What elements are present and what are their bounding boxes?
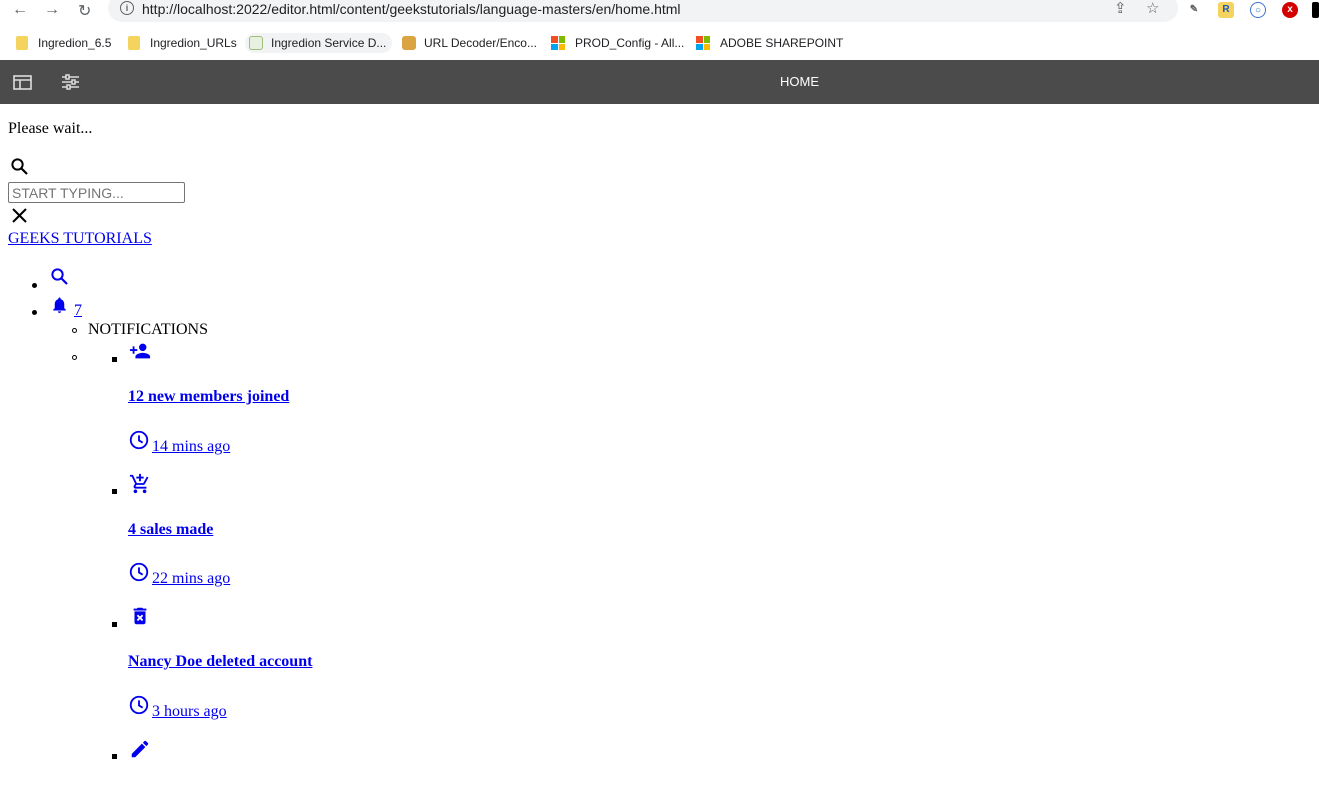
- site-favicon: [249, 36, 263, 50]
- bookmark-ingredion-service[interactable]: Ingredion Service D...: [245, 33, 393, 53]
- edit-pencil-icon: [128, 738, 152, 760]
- extension-circle-icon[interactable]: ○: [1250, 2, 1266, 18]
- nav-search-icon[interactable]: [50, 267, 69, 286]
- page-title: HOME: [780, 74, 819, 89]
- list-bullet: [112, 754, 117, 759]
- bookmark-label: Ingredion Service D...: [271, 36, 387, 50]
- share-icon[interactable]: ⇪: [1114, 0, 1127, 17]
- forward-arrow-icon[interactable]: →: [44, 1, 60, 19]
- search-input[interactable]: [8, 182, 185, 203]
- site-favicon: [402, 36, 416, 50]
- bookmark-ingredion-urls[interactable]: Ingredion_URLs: [128, 33, 237, 53]
- list-bullet: [112, 357, 117, 362]
- bookmark-label: PROD_Config - All...: [575, 36, 685, 50]
- notification-time-link[interactable]: 22 mins ago: [152, 570, 230, 588]
- bookmarks-bar: Ingredion_6.5 Ingredion_URLs Ingredion S…: [0, 28, 1319, 58]
- notification-title-link[interactable]: Nancy Doe deleted account: [128, 653, 312, 671]
- notifications-header: NOTIFICATIONS: [88, 321, 208, 338]
- person-add-icon: [128, 340, 152, 362]
- reload-icon[interactable]: ↻: [78, 1, 91, 21]
- clock-icon: [128, 429, 150, 451]
- bookmark-prod-config[interactable]: PROD_Config - All...: [551, 33, 684, 53]
- bookmark-adobe-sharepoint[interactable]: ADOBE SHAREPOINT: [696, 33, 843, 53]
- close-icon[interactable]: [12, 208, 27, 223]
- info-icon[interactable]: i: [120, 1, 134, 15]
- extension-red-icon[interactable]: x: [1282, 2, 1298, 18]
- list-bullet: [32, 283, 37, 288]
- notification-count[interactable]: 7: [74, 302, 82, 320]
- page-content: Please wait... GEEKS TUTORIALS 7 NOTIFIC…: [0, 104, 1319, 788]
- star-icon[interactable]: ☆: [1146, 0, 1159, 17]
- bookmark-label: URL Decoder/Enco...: [424, 36, 537, 50]
- folder-icon: [128, 36, 140, 50]
- loading-text: Please wait...: [8, 120, 93, 137]
- search-icon[interactable]: [10, 157, 29, 176]
- clock-icon: [128, 561, 150, 583]
- brand-link[interactable]: GEEKS TUTORIALS: [8, 230, 152, 248]
- list-bullet: [72, 355, 77, 360]
- extension-dark-icon[interactable]: [1312, 2, 1319, 18]
- clock-icon: [128, 694, 150, 716]
- delete-forever-icon: [128, 605, 152, 627]
- bookmark-label: Ingredion_6.5: [38, 36, 112, 50]
- microsoft-icon: [551, 36, 565, 50]
- microsoft-icon: [696, 36, 710, 50]
- list-bullet: [112, 489, 117, 494]
- url-text[interactable]: http://localhost:2022/editor.html/conten…: [142, 1, 681, 17]
- browser-toolbar: ← → ↻ i http://localhost:2022/editor.htm…: [0, 0, 1319, 28]
- list-bullet: [112, 622, 117, 627]
- bookmark-ingredion-65[interactable]: Ingredion_6.5: [16, 33, 111, 53]
- notifications-bell-icon[interactable]: [50, 294, 69, 316]
- list-bullet: [72, 328, 77, 333]
- notification-time-link[interactable]: 3 hours ago: [152, 703, 227, 721]
- bookmark-url-decoder[interactable]: URL Decoder/Enco...: [402, 33, 537, 53]
- back-arrow-icon[interactable]: ←: [12, 1, 28, 19]
- editor-toolbar: HOME: [0, 60, 1319, 104]
- notification-title-link[interactable]: 12 new members joined: [128, 388, 289, 406]
- bookmark-label: Ingredion_URLs: [150, 36, 237, 50]
- bookmark-label: ADOBE SHAREPOINT: [720, 36, 844, 50]
- extension-icon[interactable]: ✎: [1186, 2, 1202, 18]
- folder-icon: [16, 36, 28, 50]
- list-bullet: [32, 310, 37, 315]
- notification-title-link[interactable]: 4 sales made: [128, 521, 213, 539]
- add-shopping-cart-icon: [128, 473, 152, 495]
- extension-r-icon[interactable]: R: [1218, 2, 1234, 18]
- notification-time-link[interactable]: 14 mins ago: [152, 438, 230, 456]
- address-bar[interactable]: i http://localhost:2022/editor.html/cont…: [108, 0, 1178, 22]
